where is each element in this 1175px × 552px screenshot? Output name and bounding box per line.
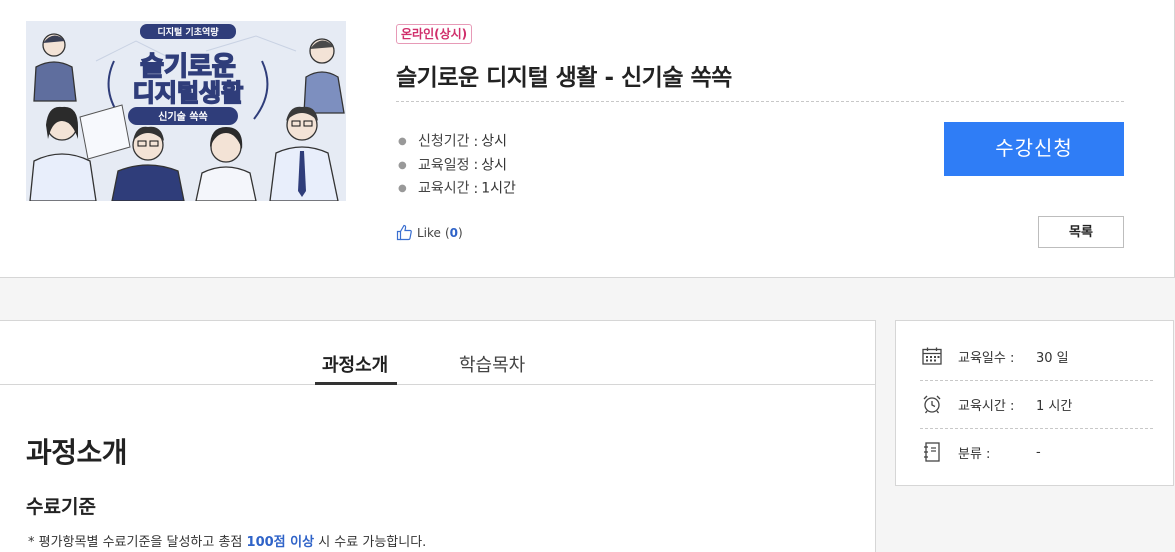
info-label: 신청기간 [418, 133, 470, 150]
info-item-schedule: ● 교육일정: 상시 [398, 154, 516, 178]
course-info-list: ● 신청기간: 상시 ● 교육일정: 상시 ● 교육시간:1시간 [398, 130, 516, 201]
course-type-badge: 온라인(상시) [396, 24, 473, 44]
info-item-duration: ● 교육시간:1시간 [398, 177, 516, 201]
summary-value: - [1036, 444, 1041, 460]
summary-label: 분류 : [958, 446, 991, 462]
summary-row-category: 분류 : - [920, 428, 1153, 476]
info-item-application-period: ● 신청기간: 상시 [398, 130, 516, 154]
info-label: 교육일정 [418, 157, 470, 173]
active-tab-indicator [315, 382, 397, 385]
thumbnail-subtitle: 신기술 쏙쏙 [158, 110, 207, 123]
note-prefix: * 평가항목별 수료기준을 달성하고 총점 [28, 535, 247, 550]
course-content-panel: 과정소개 학습목차 과정소개 수료기준 * 평가항목별 수료기준을 달성하고 총… [0, 320, 876, 552]
note-suffix: 시 수료 가능합니다. [314, 535, 427, 550]
summary-row-days: 교육일수 : 30 일 [920, 332, 1153, 380]
thumbnail-title-line1: 슬기로운 [140, 52, 236, 82]
bullet-icon: ● [398, 183, 407, 194]
like-button[interactable]: Like (0) [396, 224, 463, 241]
like-label: Like [417, 225, 441, 240]
thumbs-up-icon [396, 224, 412, 241]
info-value: 상시 [481, 133, 508, 150]
course-summary-panel: 교육일수 : 30 일 교육시간 : 1 시간 분류: - [895, 320, 1174, 486]
content-tabs: 과정소개 학습목차 [0, 321, 875, 385]
thumbnail-illustration: 디지털 기초역량 슬기로운 디지털생활 신기술 쏙쏙 [26, 21, 346, 201]
title-divider [396, 101, 1124, 102]
thumbnail-tag: 디지털 기초역량 [157, 26, 219, 38]
like-count-wrapper: (0) [444, 225, 463, 240]
bullet-icon: ● [398, 136, 407, 147]
like-count: 0 [449, 225, 458, 240]
section-title: 과정소개 [26, 436, 128, 469]
completion-criteria-note: * 평가항목별 수료기준을 달성하고 총점 100점 이상 시 수료 가능합니다… [28, 531, 426, 550]
summary-label: 교육시간 : [958, 398, 1015, 414]
summary-value: 1 시간 [1036, 398, 1073, 414]
info-label: 교육시간 [418, 180, 470, 197]
summary-value: 30 일 [1036, 350, 1069, 366]
summary-label: 교육일수 : [958, 350, 1015, 366]
notebook-icon [920, 440, 944, 464]
info-separator: : [473, 180, 479, 197]
alarm-clock-icon [920, 392, 944, 416]
course-title: 슬기로운 디지털 생활 - 신기술 쏙쏙 [396, 65, 732, 91]
calendar-icon [920, 344, 944, 368]
apply-button[interactable]: 수강신청 [944, 122, 1124, 176]
info-separator: : [473, 133, 479, 150]
info-separator: : [473, 157, 479, 173]
bullet-icon: ● [398, 159, 407, 171]
summary-row-hours: 교육시간 : 1 시간 [920, 380, 1153, 428]
info-value: 1시간 [481, 180, 516, 197]
info-value: 상시 [481, 157, 508, 173]
thumbnail-title-line2: 디지털생활 [133, 79, 243, 107]
note-highlight: 100점 이상 [246, 535, 315, 550]
tab-course-intro[interactable]: 과정소개 [322, 351, 388, 377]
completion-criteria-title: 수료기준 [26, 496, 96, 518]
course-header-card: 디지털 기초역량 슬기로운 디지털생활 신기술 쏙쏙 온라인(상시) 슬기로운 … [0, 0, 1175, 278]
list-button[interactable]: 목록 [1038, 216, 1124, 248]
tab-curriculum[interactable]: 학습목차 [459, 351, 525, 377]
course-thumbnail: 디지털 기초역량 슬기로운 디지털생활 신기술 쏙쏙 [26, 21, 346, 201]
